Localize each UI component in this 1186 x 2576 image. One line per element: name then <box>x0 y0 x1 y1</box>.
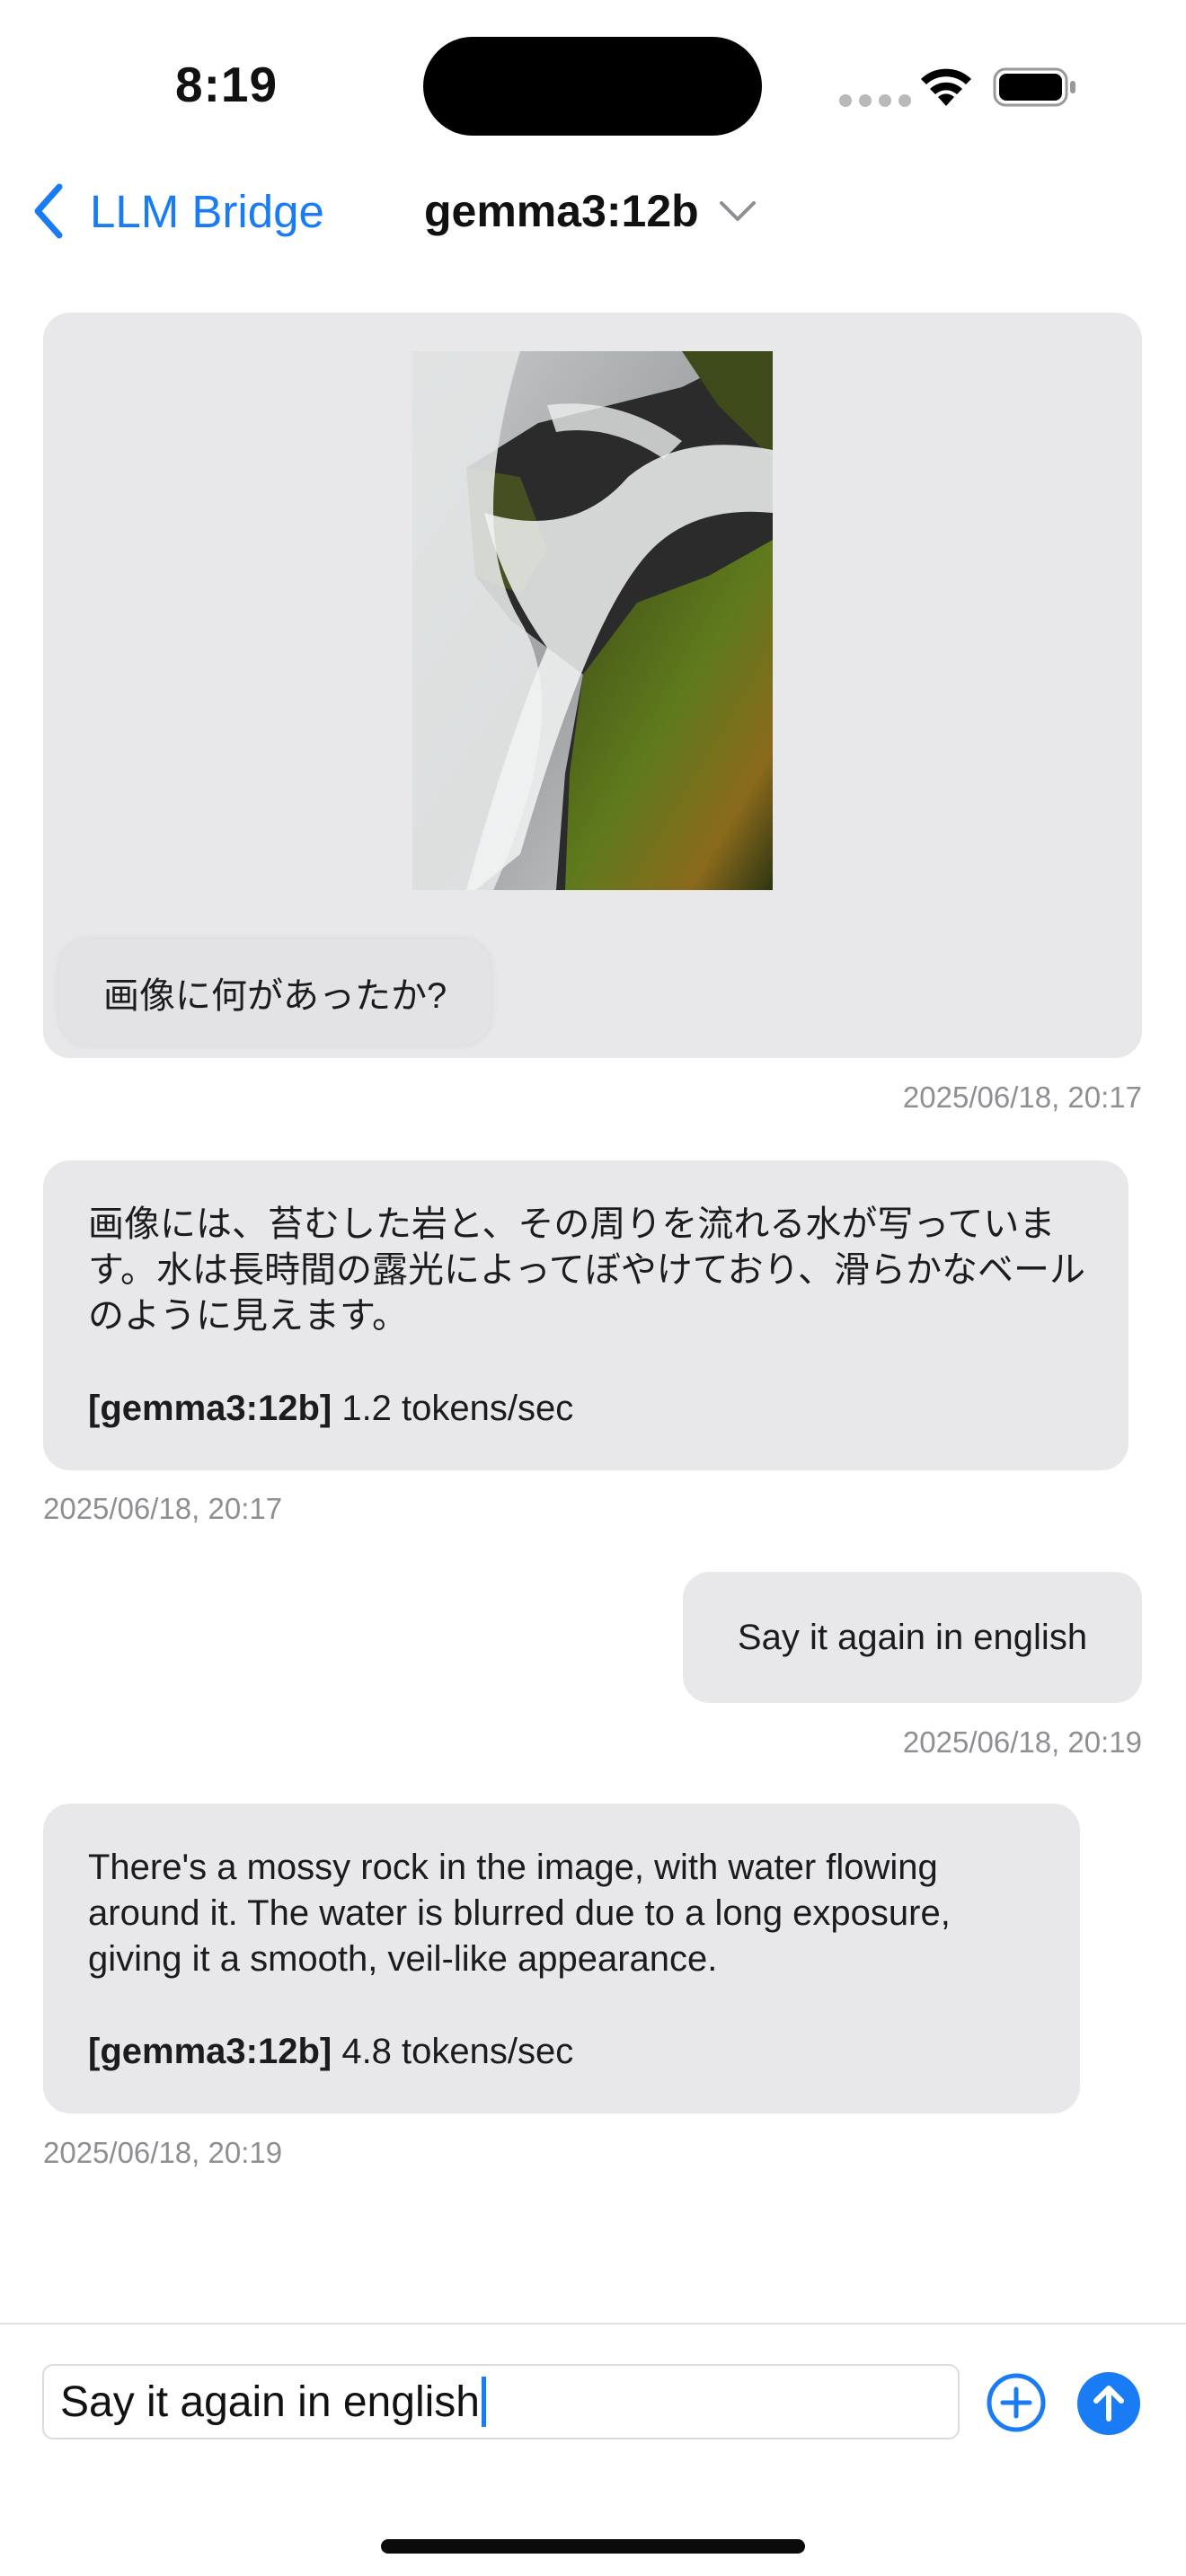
message-text: 画像には、苔むした岩と、その周りを流れる水が写っています。水は長時間の露光によっ… <box>88 1204 1085 1336</box>
model-tag: [gemma3:12b] <box>88 2032 332 2071</box>
wifi-icon <box>921 68 971 106</box>
back-label: LLM Bridge <box>90 185 324 237</box>
battery-icon <box>993 67 1075 107</box>
dynamic-island <box>423 37 762 136</box>
message-input-text: Say it again in english <box>60 2378 480 2426</box>
model-tag: [gemma3:12b] <box>88 1389 332 1428</box>
message-timestamp: 2025/06/18, 20:17 <box>43 1492 283 1525</box>
assistant-message: 画像には、苔むした岩と、その周りを流れる水が写っています。水は長時間の露光によっ… <box>43 1160 1128 1470</box>
image-question-bubble: 画像に何があったか? <box>59 940 491 1045</box>
assistant-message: There's a mossy rock in the image, with … <box>43 1804 1080 2113</box>
status-time: 8:19 <box>175 57 279 112</box>
home-indicator <box>381 2539 805 2554</box>
text-caret <box>481 2377 486 2427</box>
attached-waterfall-photo[interactable] <box>412 351 773 890</box>
user-message: Say it again in english <box>683 1572 1142 1703</box>
back-button[interactable]: LLM Bridge <box>31 180 324 243</box>
composer-divider <box>0 2323 1186 2325</box>
message-timestamp: 2025/06/18, 20:17 <box>902 1081 1142 1114</box>
chevron-left-icon <box>34 183 63 239</box>
send-button[interactable] <box>1077 2372 1140 2435</box>
message-text: There's a mossy rock in the image, with … <box>88 1848 951 1979</box>
token-speed: 1.2 tokens/sec <box>332 1389 574 1428</box>
cellular-signal-icon <box>839 94 911 107</box>
message-timestamp: 2025/06/18, 20:19 <box>902 1725 1142 1759</box>
model-selector[interactable]: gemma3:12b <box>424 180 757 243</box>
token-speed: 4.8 tokens/sec <box>332 2032 574 2071</box>
message-text: Say it again in english <box>737 1617 1088 1657</box>
message-timestamp: 2025/06/18, 20:19 <box>43 2136 283 2169</box>
chevron-down-icon <box>719 201 756 221</box>
model-name: gemma3:12b <box>424 186 699 236</box>
message-input[interactable]: Say it again in english <box>42 2364 960 2439</box>
plus-circle-icon[interactable] <box>986 2372 1047 2433</box>
